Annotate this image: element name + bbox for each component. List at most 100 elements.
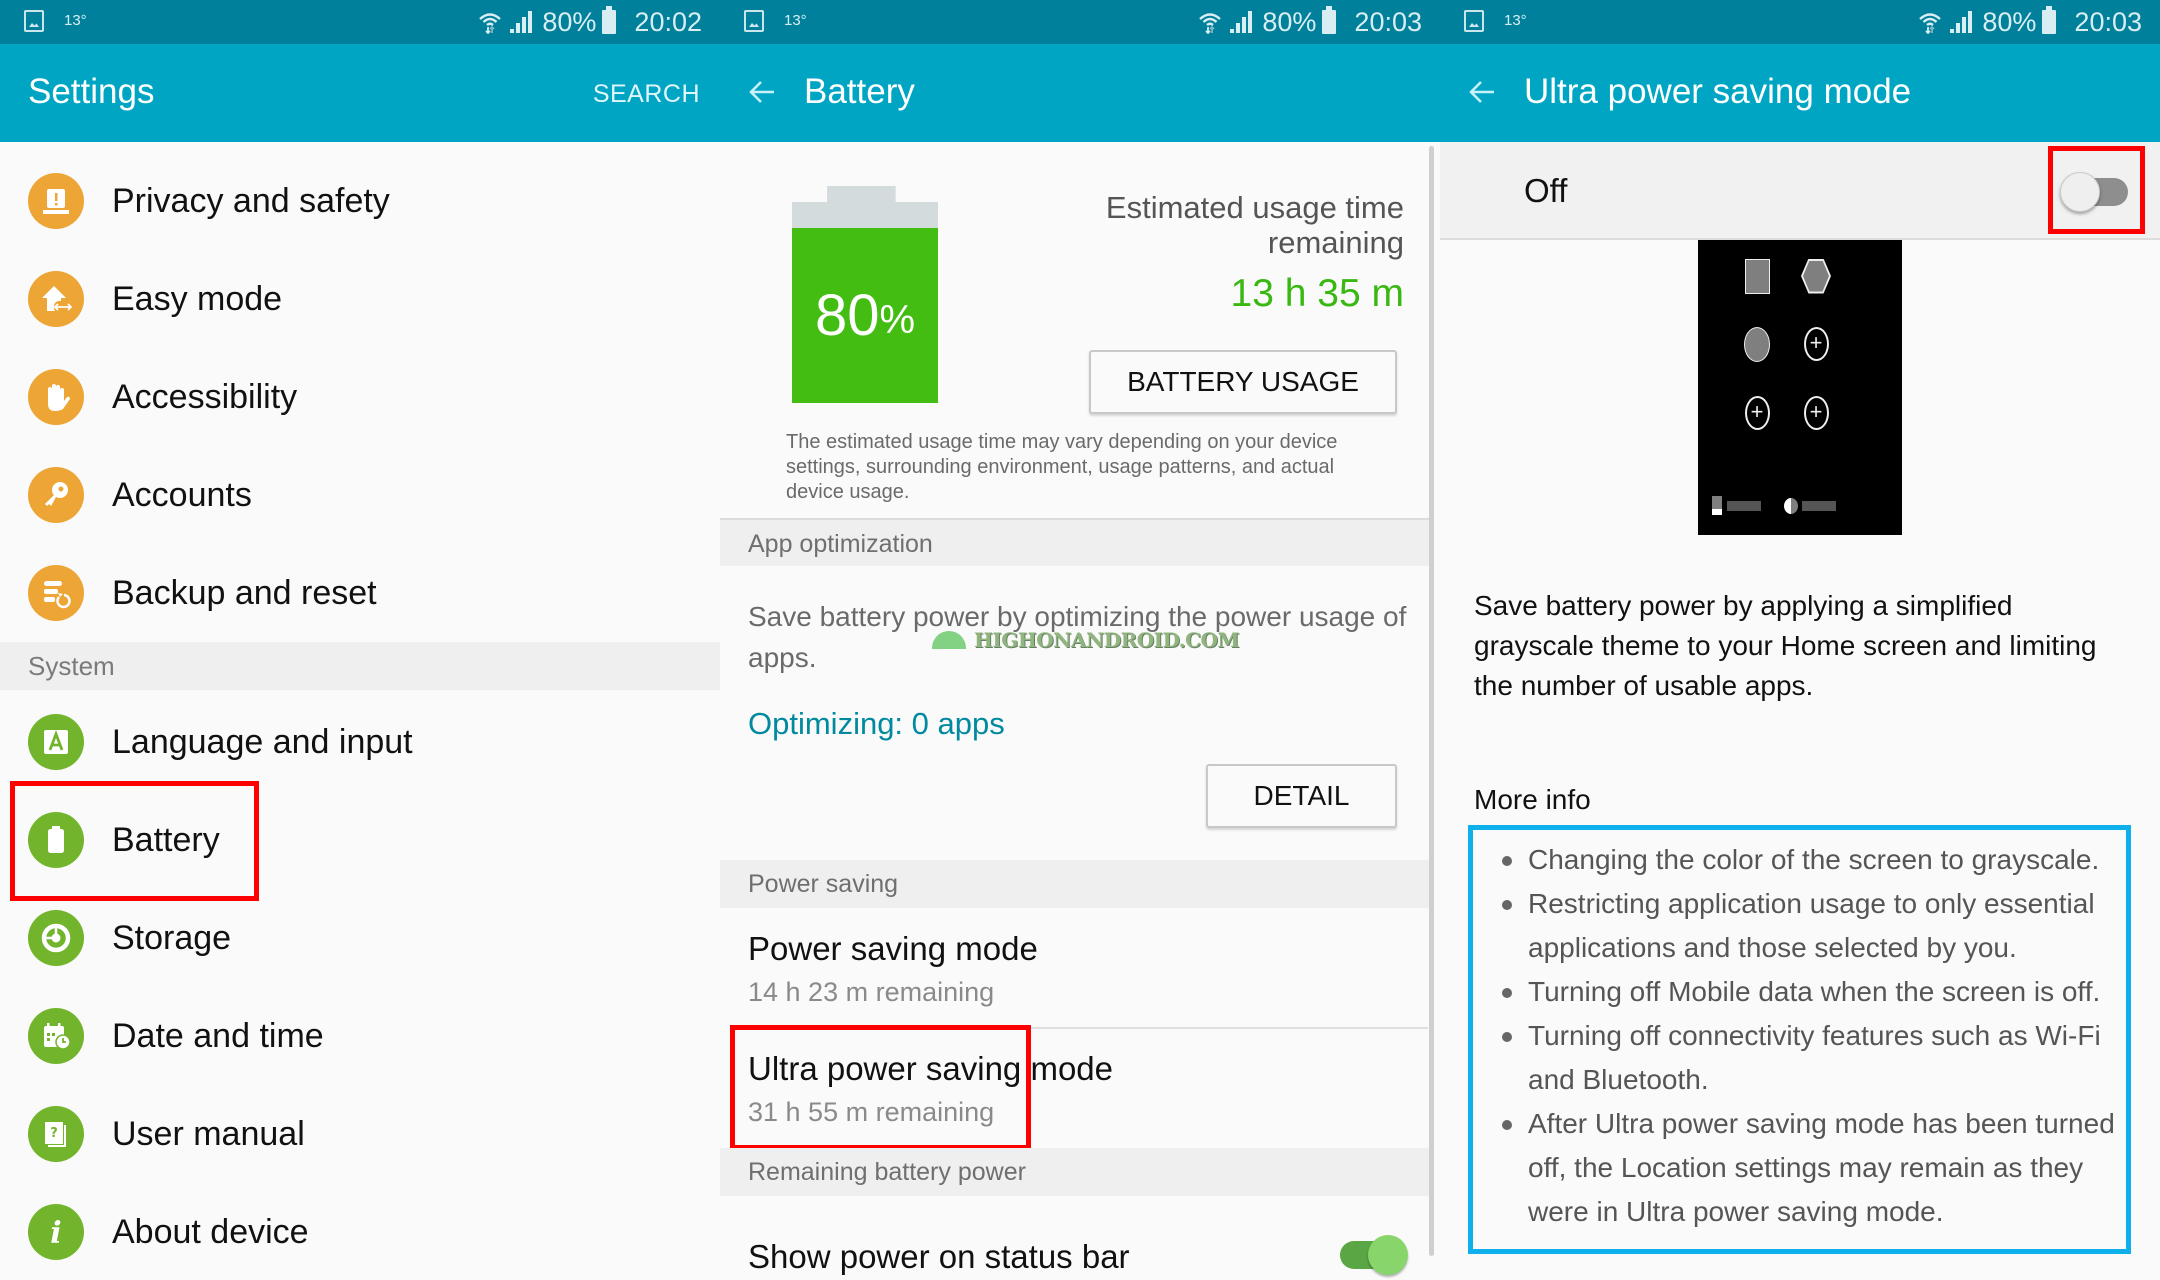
clock: 20:03 [2074, 6, 2142, 37]
settings-item-label: Accessibility [112, 378, 298, 416]
power-saving-mode-item[interactable]: Power saving mode 14 h 23 m remaining [720, 908, 1420, 1026]
preview-circle-app-icon [1739, 326, 1775, 362]
preview-battery-icon [1712, 496, 1722, 515]
settings-screen: 13° 80% 20:02 Settings SEARCH Privacy an… [0, 0, 720, 1280]
preview-square-app-icon [1739, 258, 1775, 294]
grayscale-home-preview: + + + [1698, 240, 1902, 535]
more-info-item: After Ultra power saving mode has been t… [1502, 1102, 2128, 1234]
settings-item-label: Backup and reset [112, 574, 377, 612]
show-power-status-bar-item[interactable]: Show power on status bar [720, 1196, 1420, 1280]
app-bar: Battery [720, 44, 1440, 142]
settings-item-user-manual[interactable]: ? User manual [0, 1085, 720, 1183]
ultra-power-saving-screen: 13° 80% 20:03 Ultra power saving mode Of… [1440, 0, 2160, 1280]
temperature: 13° [1504, 12, 1527, 29]
settings-item-accessibility[interactable]: Accessibility [0, 348, 720, 446]
settings-item-date-time[interactable]: Date and time [0, 987, 720, 1085]
svg-text:?: ? [50, 1126, 58, 1141]
privacy-alert-icon [28, 173, 84, 229]
signal-icon [1230, 11, 1254, 33]
settings-item-language-input[interactable]: Language and input [0, 693, 720, 791]
preview-hexagon-app-icon [1798, 258, 1834, 294]
gallery-notification-icon [744, 10, 764, 32]
status-battery-icon [602, 6, 617, 34]
clock: 20:03 [1354, 6, 1422, 37]
storage-icon [28, 910, 84, 966]
section-header-app-optimization: App optimization [720, 518, 1430, 566]
settings-item-privacy[interactable]: Privacy and safety [0, 152, 720, 250]
battery-screen: 13° 80% 20:03 Battery 80% Estimated usag… [720, 0, 1440, 1280]
battery-percent-value: 80 [814, 283, 880, 348]
settings-item-label: Language and input [112, 723, 413, 761]
hand-icon [28, 369, 84, 425]
show-power-toggle[interactable] [1340, 1235, 1410, 1275]
settings-item-about-device[interactable]: i About device [0, 1183, 720, 1280]
detail-button[interactable]: DETAIL [1206, 764, 1397, 828]
watermark: HIGHONANDROID.COM [932, 628, 1240, 652]
signal-icon [1950, 11, 1974, 33]
settings-item-label: About device [112, 1213, 309, 1251]
gallery-notification-icon [24, 10, 44, 32]
clock: 20:02 [634, 6, 702, 37]
estimated-usage-label: Estimated usage time remaining [1105, 190, 1404, 260]
estimate-disclaimer: The estimated usage time may vary depend… [786, 431, 1338, 503]
highlight-box-toggle [2048, 146, 2145, 234]
more-info-list: Changing the color of the screen to gray… [1502, 838, 2128, 1234]
wifi-icon [1919, 13, 1942, 34]
more-info-item: Changing the color of the screen to gray… [1502, 838, 2128, 882]
scrollbar[interactable] [1429, 146, 1434, 1256]
page-title: Settings [28, 72, 155, 111]
settings-item-label: Accounts [112, 476, 252, 514]
settings-item-storage[interactable]: Storage [0, 889, 720, 987]
settings-item-accounts[interactable]: Accounts [0, 446, 720, 544]
info-icon: i [28, 1204, 84, 1260]
backup-icon [28, 565, 84, 621]
svg-text:i: i [50, 1216, 61, 1249]
status-bar: 13° 80% 20:03 [720, 0, 1440, 44]
language-a-icon [28, 714, 84, 770]
status-bar: 13° 80% 20:02 [0, 0, 720, 44]
preview-data-icon [1784, 498, 1798, 514]
ultra-power-saving-description: Save battery power by applying a simplif… [1474, 590, 2097, 701]
back-arrow-icon[interactable] [746, 76, 778, 108]
battery-percent: 80% [1982, 6, 2037, 37]
battery-usage-button[interactable]: BATTERY USAGE [1089, 350, 1397, 414]
item-title: Show power on status bar [748, 1238, 1130, 1275]
page-title: Battery [804, 72, 915, 111]
back-arrow-icon[interactable] [1466, 76, 1498, 108]
page-title: Ultra power saving mode [1524, 72, 1912, 111]
switch-state-label: Off [1524, 172, 1568, 209]
preview-add-app-icon: + [1798, 395, 1834, 431]
more-info-label: More info [1474, 784, 1591, 815]
search-button[interactable]: SEARCH [593, 80, 700, 109]
signal-icon [510, 11, 534, 33]
app-bar: Ultra power saving mode [1440, 44, 2160, 142]
settings-item-label: User manual [112, 1115, 305, 1153]
optimizing-status-link[interactable]: Optimizing: 0 apps [748, 706, 1005, 742]
battery-level-graphic: 80% [792, 228, 938, 403]
key-icon [28, 467, 84, 523]
app-bar: Settings SEARCH [0, 44, 720, 142]
preview-add-app-icon: + [1739, 395, 1775, 431]
status-bar: 13° 80% 20:03 [1440, 0, 2160, 44]
section-header-remaining-battery: Remaining battery power [720, 1148, 1430, 1196]
battery-percent: 80% [542, 6, 597, 37]
battery-graphic-empty [792, 186, 938, 228]
android-logo-icon [932, 631, 966, 649]
preview-battery-bar [1727, 501, 1761, 511]
more-info-item: Turning off Mobile data when the screen … [1502, 970, 2128, 1014]
settings-item-easy-mode[interactable]: Easy mode [0, 250, 720, 348]
manual-question-icon: ? [28, 1106, 84, 1162]
highlight-box-battery [10, 781, 259, 901]
wifi-icon [479, 13, 502, 34]
settings-item-label: Date and time [112, 1017, 324, 1055]
battery-percent: 80% [1262, 6, 1317, 37]
gallery-notification-icon [1464, 10, 1484, 32]
easy-mode-home-icon [28, 271, 84, 327]
settings-item-backup-reset[interactable]: Backup and reset [0, 544, 720, 642]
temperature: 13° [64, 12, 87, 29]
battery-percent-sign: % [879, 298, 916, 342]
more-info-item: Restricting application usage to only es… [1502, 882, 2128, 970]
preview-data-bar [1802, 501, 1836, 511]
section-header-power-saving: Power saving [720, 860, 1430, 908]
settings-item-label: Privacy and safety [112, 182, 390, 220]
